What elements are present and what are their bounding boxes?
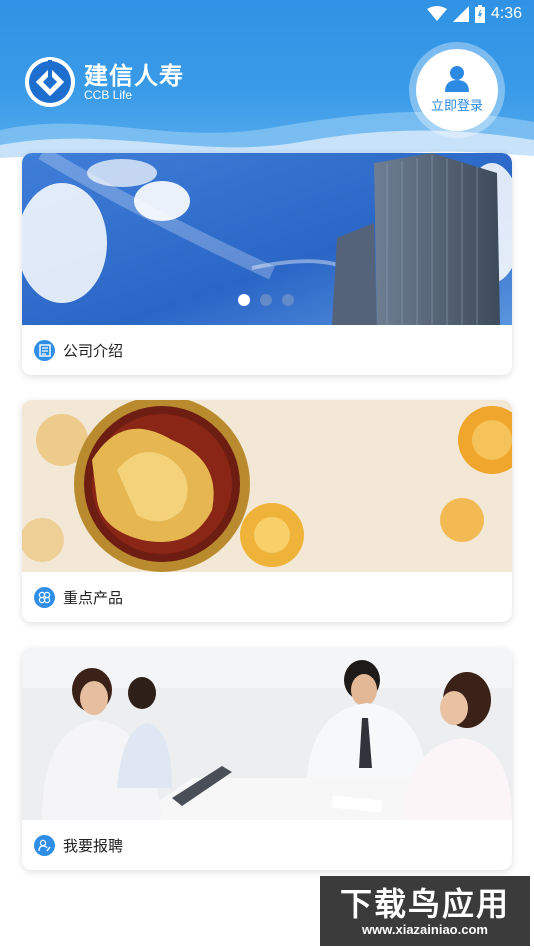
card-footer[interactable]: 我要报聘 bbox=[22, 820, 512, 870]
card-label: 重点产品 bbox=[63, 588, 124, 607]
user-icon bbox=[445, 66, 469, 92]
login-ring: 立即登录 bbox=[409, 42, 505, 138]
carousel-dot-1[interactable] bbox=[238, 294, 250, 306]
card-company-intro[interactable]: 公司介绍 bbox=[22, 153, 512, 375]
card-key-products[interactable]: 重点产品 bbox=[22, 400, 512, 622]
document-icon bbox=[34, 339, 55, 361]
carousel-dots[interactable] bbox=[238, 294, 294, 306]
app-header: 4:36 建信人寿 CCB Life 立即登录 bbox=[0, 0, 534, 170]
carousel-dot-2[interactable] bbox=[260, 294, 272, 306]
carousel-dot-3[interactable] bbox=[282, 294, 294, 306]
product-icon bbox=[34, 586, 55, 608]
card-label: 我要报聘 bbox=[63, 836, 124, 855]
recruit-banner[interactable] bbox=[22, 648, 512, 820]
login-button[interactable]: 立即登录 bbox=[416, 49, 498, 131]
signal-icon bbox=[452, 6, 469, 22]
watermark-url: www.xiazainiao.com bbox=[362, 921, 488, 937]
card-footer[interactable]: 重点产品 bbox=[22, 572, 512, 622]
card-recruitment[interactable]: 我要报聘 bbox=[22, 648, 512, 870]
dragon-jade-image bbox=[22, 400, 512, 572]
products-banner[interactable] bbox=[22, 400, 512, 572]
carousel-banner[interactable] bbox=[22, 153, 512, 325]
brand-name-en: CCB Life bbox=[84, 88, 133, 102]
recruit-icon bbox=[34, 834, 55, 856]
brand-name-cn: 建信人寿 bbox=[84, 62, 184, 90]
ccb-logo-icon bbox=[24, 54, 76, 110]
status-time: 4:36 bbox=[490, 5, 522, 22]
business-meeting-image bbox=[22, 648, 512, 820]
card-footer[interactable]: 公司介绍 bbox=[22, 325, 512, 375]
watermark-title: 下载鸟应用 bbox=[339, 884, 510, 923]
status-bar: 4:36 bbox=[0, 0, 534, 28]
wifi-icon bbox=[426, 6, 447, 21]
card-label: 公司介绍 bbox=[63, 341, 124, 360]
brand-logo: 建信人寿 CCB Life bbox=[24, 54, 184, 110]
login-label: 立即登录 bbox=[430, 99, 483, 114]
battery-icon bbox=[474, 5, 485, 23]
watermark: 下载鸟应用 www.xiazainiao.com bbox=[320, 876, 530, 946]
